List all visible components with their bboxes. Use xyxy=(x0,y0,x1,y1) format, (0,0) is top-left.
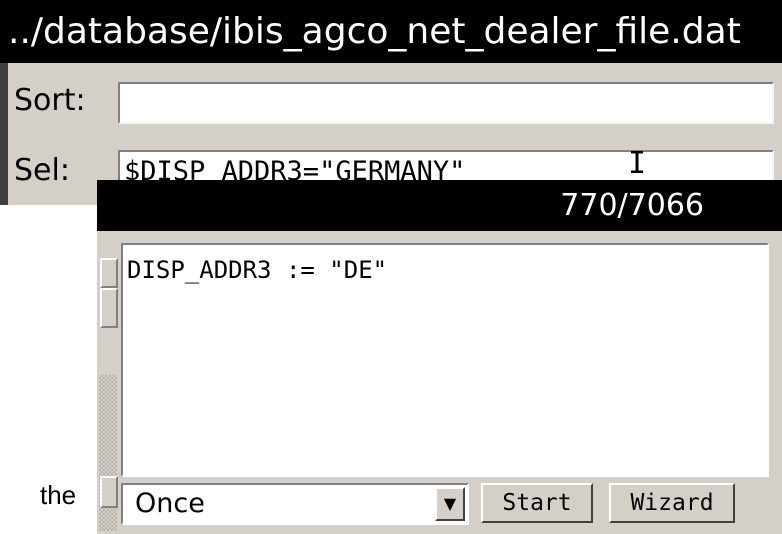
background-text-fragment: the xyxy=(40,480,77,510)
window-left-border xyxy=(0,63,8,205)
side-button[interactable] xyxy=(100,258,118,288)
database-file-window: ../database/ibis_agco_net_dealer_file.da… xyxy=(0,0,782,205)
frequency-value: Once xyxy=(135,488,205,519)
wizard-button[interactable]: Wizard xyxy=(609,483,735,523)
record-counter: 770/7066 xyxy=(560,188,704,223)
select-label: Sel: xyxy=(14,153,70,188)
text-cursor-icon: I xyxy=(628,146,647,181)
chevron-down-icon[interactable]: ▼ xyxy=(435,487,465,521)
dialog-title-bar: 770/7066 xyxy=(97,180,782,231)
expression-editor[interactable]: DISP_ADDR3 := "DE" xyxy=(121,243,769,477)
sort-label: Sort: xyxy=(14,83,86,118)
start-button[interactable]: Start xyxy=(481,483,593,523)
window-title: ../database/ibis_agco_net_dealer_file.da… xyxy=(0,0,782,63)
modify-dialog: 770/7066 DISP_ADDR3 := "DE" Once ▼ Start… xyxy=(97,180,782,534)
side-button[interactable] xyxy=(100,288,118,328)
frequency-select[interactable]: Once ▼ xyxy=(121,483,469,525)
side-button[interactable] xyxy=(100,476,118,508)
sort-input[interactable] xyxy=(118,82,774,124)
